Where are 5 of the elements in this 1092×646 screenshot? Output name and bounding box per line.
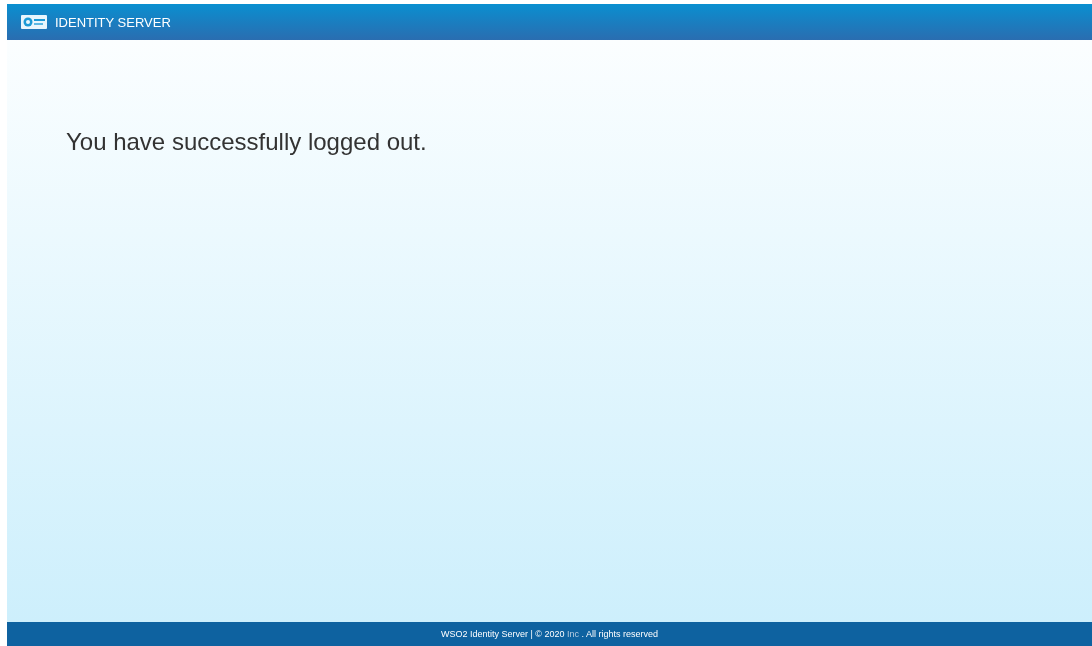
footer-text: WSO2 Identity Server | © 2020 Inc . All rights reserved — [440, 629, 659, 639]
logout-message: You have successfully logged out. — [66, 128, 427, 156]
app-title: IDENTITY SERVER — [55, 14, 171, 30]
footer-link[interactable]: Inc — [567, 629, 579, 639]
logo-icon — [21, 15, 47, 29]
